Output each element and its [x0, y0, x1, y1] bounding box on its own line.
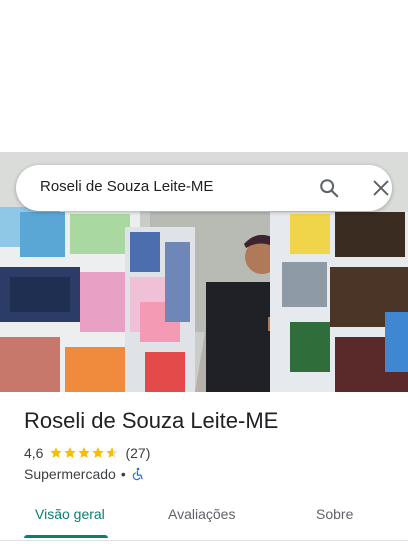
close-icon[interactable]: [370, 177, 392, 199]
separator-dot: •: [120, 466, 126, 482]
place-title: Roseli de Souza Leite-ME: [24, 408, 279, 433]
tab-about[interactable]: Sobre: [316, 506, 353, 522]
active-tab-indicator: [24, 535, 108, 538]
star-icon: [92, 447, 105, 458]
place-category: Supermercado: [24, 466, 116, 482]
rating-row[interactable]: 4,6 (27): [24, 444, 150, 462]
blank-top-area: [0, 0, 408, 152]
star-icon: [64, 447, 77, 458]
tab-reviews[interactable]: Avaliações: [168, 506, 235, 522]
star-half-icon: [106, 447, 119, 458]
search-input[interactable]: Roseli de Souza Leite-ME: [40, 178, 213, 195]
star-icon: [78, 447, 91, 458]
star-icon: [50, 447, 63, 458]
tab-bar: Visão geral Avaliações Sobre: [0, 494, 408, 541]
search-bar[interactable]: Roseli de Souza Leite-ME: [16, 165, 392, 211]
tab-overview[interactable]: Visão geral: [35, 506, 105, 522]
wheelchair-icon: [131, 467, 145, 481]
review-count[interactable]: (27): [125, 445, 150, 461]
category-row: Supermercado •: [24, 465, 145, 483]
rating-value: 4,6: [24, 445, 44, 461]
search-icon[interactable]: [318, 177, 340, 199]
star-rating: [49, 446, 119, 460]
